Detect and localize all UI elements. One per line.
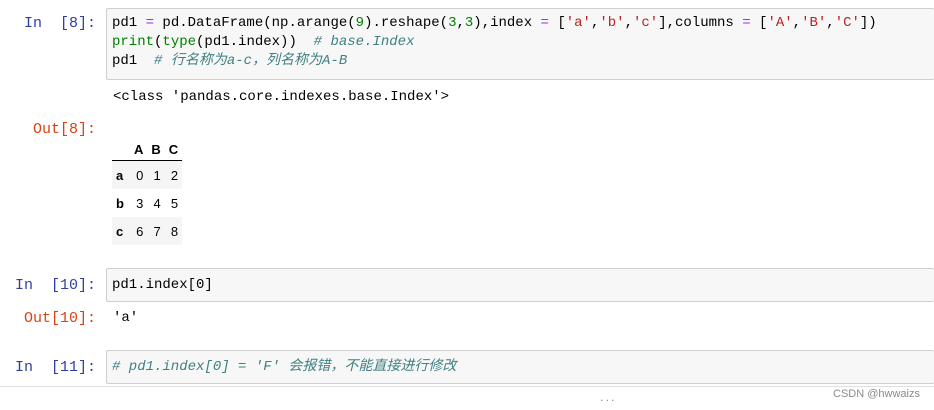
- table-row: c 6 7 8: [112, 217, 183, 245]
- more-dots: ...: [600, 391, 617, 404]
- in-prompt-8: In [8]:: [23, 15, 96, 32]
- code-input-cell-10[interactable]: pd1.index[0]: [106, 268, 934, 302]
- dataframe-table: A B C a 0 1 2 b 3 4 5 c 6 7 8: [112, 138, 183, 245]
- in-prompt-11: In [11]:: [14, 359, 96, 376]
- row-index: c: [116, 223, 124, 239]
- code-line-1: pd1 = pd.DataFrame(np.arange(9).reshape(…: [112, 15, 877, 31]
- table-cell: 4: [153, 195, 161, 211]
- table-cell: 7: [153, 223, 161, 239]
- row-index: a: [116, 167, 124, 183]
- stdout-output-8: <class 'pandas.core.indexes.base.Index'>: [113, 89, 450, 105]
- column-header: C: [164, 138, 183, 161]
- table-cell: 1: [153, 167, 161, 183]
- column-header: A: [129, 138, 148, 161]
- out-prompt-8: Out[8]:: [32, 121, 96, 138]
- column-header: B: [147, 138, 165, 161]
- table-cell: 5: [170, 195, 179, 211]
- output-10: 'a': [113, 310, 139, 326]
- table-row: b 3 4 5: [112, 189, 182, 217]
- code-editor-10[interactable]: pd1.index[0]: [112, 276, 213, 295]
- code-input-cell-11[interactable]: # pd1.index[0] = 'F' 会报错，不能直接进行修改: [106, 350, 934, 384]
- in-prompt-10: In [10]:: [14, 277, 96, 294]
- code-editor-8[interactable]: pd1 = pd.DataFrame(np.arange(9).reshape(…: [112, 14, 877, 71]
- table-header-row: A B C: [112, 138, 183, 161]
- out-prompt-10: Out[10]:: [23, 310, 96, 327]
- code-editor-11[interactable]: # pd1.index[0] = 'F' 会报错，不能直接进行修改: [112, 358, 456, 377]
- table-cell: 2: [170, 167, 179, 183]
- notebook-bottom-bar: [0, 386, 934, 409]
- table-cell: 3: [136, 195, 144, 211]
- code-line-2: print(type(pd1.index)) # base.Index: [112, 34, 415, 50]
- table-cell: 6: [136, 223, 144, 239]
- table-cell: 0: [136, 167, 144, 183]
- table-corner: [112, 138, 130, 161]
- table-cell: 8: [170, 223, 179, 239]
- code-line-3: pd1 # 行名称为a-c，列名称为A-B: [112, 53, 348, 69]
- code-input-cell-8[interactable]: pd1 = pd.DataFrame(np.arange(9).reshape(…: [106, 8, 934, 80]
- watermark: CSDN @hwwaizs: [833, 388, 920, 400]
- table-row: a 0 1 2: [112, 160, 183, 189]
- row-index: b: [116, 195, 124, 211]
